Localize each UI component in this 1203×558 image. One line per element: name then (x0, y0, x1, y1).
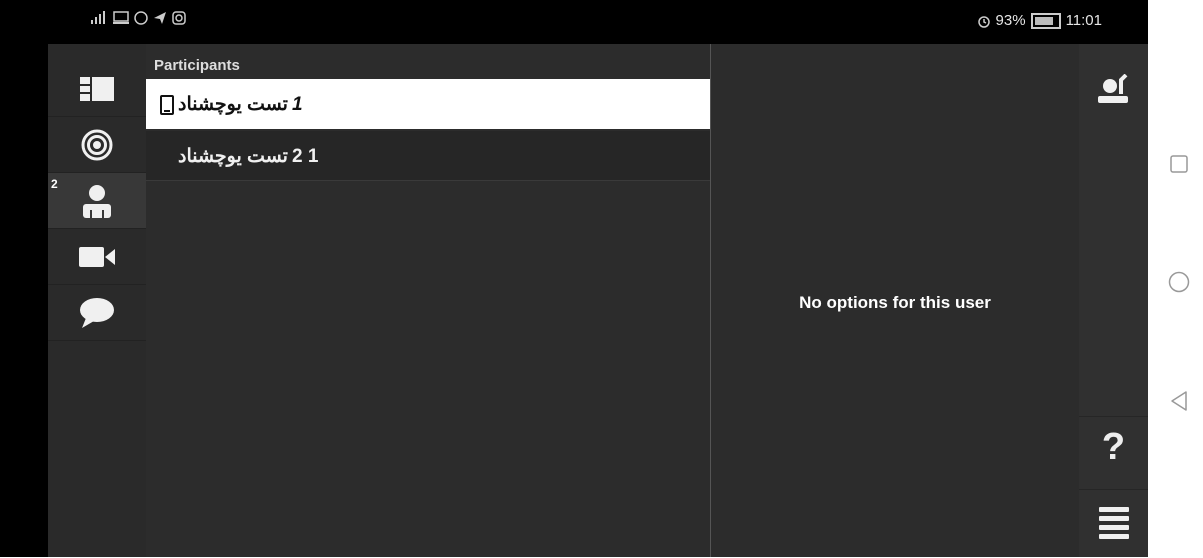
status-bar: 93% 11:01 (48, 0, 1148, 44)
participant-row[interactable]: تست یوچشناد 2 1 (146, 131, 710, 181)
whatsapp-icon (134, 11, 148, 25)
menu-icon (1098, 507, 1129, 539)
raise-hand-icon (1097, 74, 1128, 103)
sidebar-item-chat[interactable] (48, 285, 146, 341)
telegram-icon (154, 12, 166, 24)
sidebar-item-broadcast[interactable] (48, 117, 146, 173)
participant-name: تست یوچشناد (178, 146, 288, 167)
clock: 11:01 (1065, 12, 1102, 29)
battery-icon (1030, 12, 1061, 29)
back-button[interactable] (1168, 390, 1190, 412)
no-options-message: No options for this user (799, 293, 991, 312)
menu-button[interactable] (1079, 489, 1148, 558)
sidebar-item-layout[interactable] (48, 61, 146, 117)
raise-hand-button[interactable] (1079, 64, 1148, 114)
signal-icon (91, 11, 105, 24)
layout-icon (80, 76, 114, 101)
alarm-icon (977, 15, 990, 28)
person-icon (83, 184, 111, 218)
sidebar: 2 (48, 44, 146, 557)
participant-row-content: تست یوچشناد 1 (160, 93, 303, 116)
participant-row[interactable]: تست یوچشناد 1 (146, 79, 710, 129)
sidebar-item-camera[interactable] (48, 229, 146, 285)
participant-number: 2 1 (291, 145, 319, 167)
android-nav-bar (1148, 0, 1203, 557)
help-button[interactable]: ? (1079, 416, 1148, 477)
left-screen-edge (0, 0, 48, 557)
battery-percent: 93% (995, 12, 1026, 29)
recents-button[interactable] (1168, 153, 1190, 175)
status-icons-left (90, 11, 186, 25)
participant-name: تست یوچشناد (178, 94, 288, 115)
participant-row-content: تست یوچشناد 2 1 (178, 145, 318, 168)
back-triangle-icon (1171, 391, 1187, 411)
participant-number: 1 (291, 93, 303, 115)
home-button[interactable] (1168, 271, 1190, 293)
options-panel: No options for this user (711, 44, 1079, 557)
participants-count-badge: 2 (51, 177, 58, 191)
cast-icon (113, 11, 129, 24)
phone-icon (160, 94, 174, 115)
chat-icon (80, 297, 114, 328)
status-icons-right: 93% 11:01 (977, 12, 1102, 29)
instagram-icon (172, 11, 186, 25)
camera-icon (79, 246, 115, 267)
target-icon (81, 129, 113, 160)
right-toolbar: ? (1079, 44, 1148, 557)
participants-panel: Participants تست یوچشناد 1 تست یوچشناد 2… (146, 44, 710, 557)
panel-title: Participants (154, 57, 240, 74)
sidebar-item-participants[interactable]: 2 (48, 173, 146, 229)
circle-icon (1168, 271, 1190, 293)
square-icon (1170, 155, 1188, 173)
